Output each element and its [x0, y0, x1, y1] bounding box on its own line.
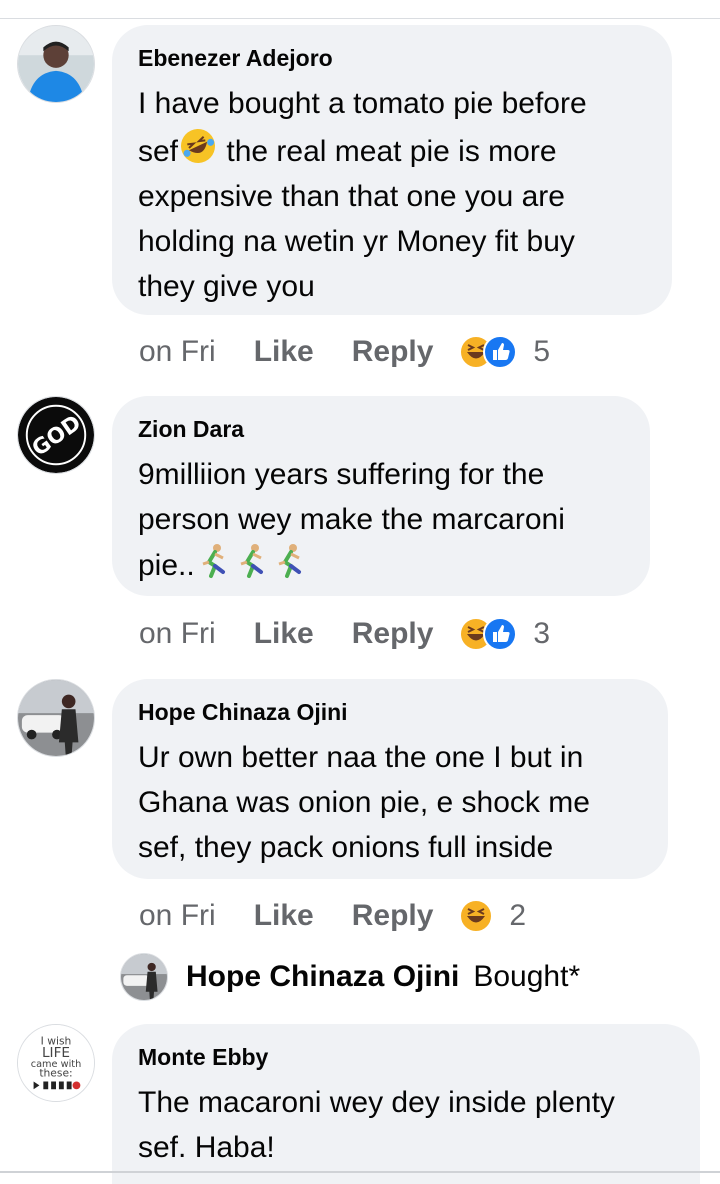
avatar-zion-dara[interactable]: GOD	[17, 396, 95, 474]
reply-button[interactable]: Reply	[352, 617, 434, 651]
comment-time[interactable]: on Fri	[139, 617, 216, 651]
running-man-emoji-icon	[202, 544, 225, 578]
comment-author[interactable]: Hope Chinaza Ojini	[138, 697, 642, 727]
avatar-ebenezer-adejoro[interactable]	[17, 25, 95, 103]
reaction-count: 2	[509, 899, 527, 932]
thumbs-up-icon	[483, 617, 518, 651]
comment-bubble: Hope Chinaza Ojini Ur own better naa the…	[112, 679, 668, 879]
comment-actions: on Fri Like Reply 5	[139, 332, 550, 372]
running-man-emoji-icon	[278, 544, 301, 578]
like-button[interactable]: Like	[254, 899, 314, 933]
rolling-laughing-emoji-icon	[181, 129, 216, 163]
comment-bubble: Zion Dara 9milliion years suffering for …	[112, 396, 650, 596]
avatar-text-line: these:	[39, 1067, 72, 1080]
bottom-divider	[0, 1171, 720, 1173]
reaction-summary[interactable]	[459, 899, 494, 933]
comment-bubble: Monte Ebby The macaroni wey dey inside p…	[112, 1024, 700, 1184]
comment-bubble: Ebenezer Adejoro I have bought a tomato …	[112, 25, 672, 315]
avatar-monte-ebby[interactable]: I wish LIFE came with these:	[17, 1024, 95, 1102]
comment-author[interactable]: Monte Ebby	[138, 1042, 674, 1072]
reaction-summary[interactable]	[459, 617, 518, 651]
comment-time[interactable]: on Fri	[139, 335, 216, 369]
reaction-count: 3	[533, 617, 551, 650]
comment-author[interactable]: Ebenezer Adejoro	[138, 43, 646, 73]
like-button[interactable]: Like	[254, 617, 314, 651]
reaction-count: 5	[533, 335, 551, 368]
reply-button[interactable]: Reply	[352, 335, 434, 369]
comment-time[interactable]: on Fri	[139, 899, 216, 933]
reply-preview[interactable]: Hope Chinaza Ojini Bought*	[120, 952, 580, 1002]
top-divider	[0, 18, 720, 19]
comment-author[interactable]: Zion Dara	[138, 414, 624, 444]
avatar-hope-chinaza-ojini[interactable]	[17, 679, 95, 757]
comment-text: The macaroni wey dey inside plenty sef. …	[138, 1086, 615, 1164]
comment-text: 9milliion years suffering for the person…	[138, 458, 565, 582]
comment-text: I have bought a tomato pie before sef th…	[138, 87, 587, 303]
like-button[interactable]: Like	[254, 335, 314, 369]
reply-button[interactable]: Reply	[352, 899, 434, 933]
reply-author[interactable]: Hope Chinaza Ojini	[186, 960, 459, 994]
laughing-face-icon	[459, 899, 494, 933]
comment-text: Ur own better naa the one I but in Ghana…	[138, 741, 590, 864]
thumbs-up-icon	[483, 335, 518, 369]
avatar-hope-chinaza-ojini-small[interactable]	[120, 953, 168, 1001]
comment-actions: on Fri Like Reply 2	[139, 896, 526, 936]
reply-text: Bought*	[473, 960, 581, 993]
comment-actions: on Fri Like Reply 3	[139, 614, 550, 654]
reaction-summary[interactable]	[459, 335, 518, 369]
running-man-emoji-icon	[240, 544, 263, 578]
